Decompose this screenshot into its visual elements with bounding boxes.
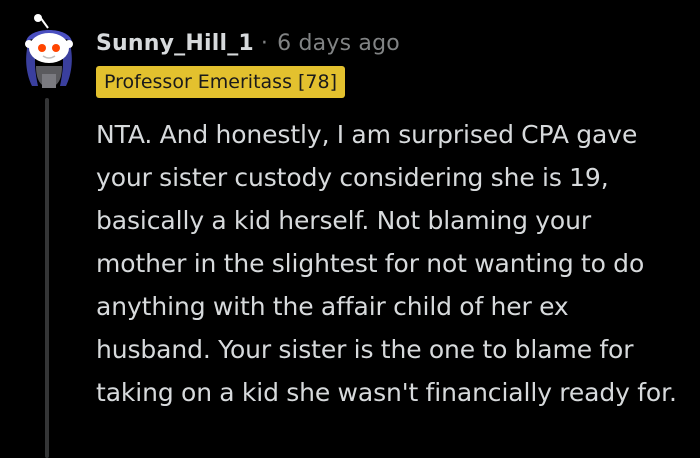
- reddit-snoo-avatar-icon: [25, 14, 73, 88]
- comment-body: NTA. And honestly, I am surprised CPA ga…: [96, 120, 677, 407]
- thread-line-collapse[interactable]: [45, 98, 49, 458]
- user-flair: Professor Emeritass [78]: [96, 66, 346, 98]
- comment: Sunny_Hill_1 · 6 days ago Professor Emer…: [0, 0, 700, 458]
- comment-timestamp[interactable]: 6 days ago: [277, 31, 400, 56]
- user-avatar[interactable]: [18, 14, 80, 90]
- username-link[interactable]: Sunny_Hill_1: [96, 31, 254, 56]
- meta-separator: ·: [260, 30, 269, 56]
- comment-meta: Sunny_Hill_1 · 6 days ago: [96, 28, 400, 58]
